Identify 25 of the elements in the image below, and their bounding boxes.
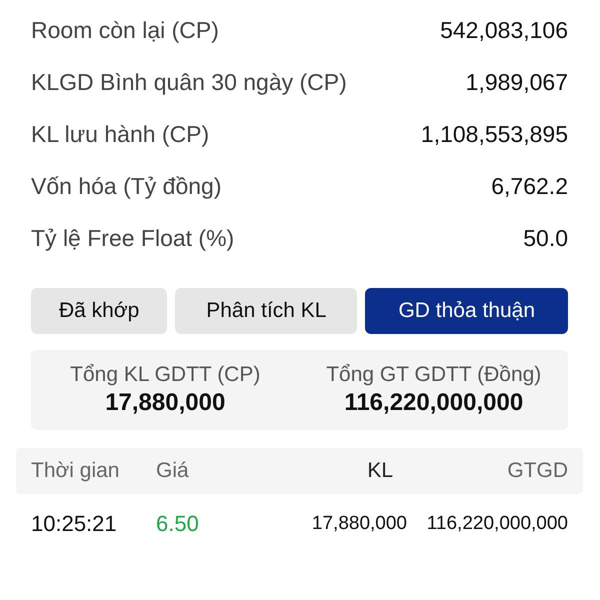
stat-value: 50.0 [523,224,568,252]
price-cell-text: 6.50 [156,511,200,537]
volume-cell-text: 17,880,000 [310,513,407,535]
column-header: Giá [156,459,190,483]
value-cell-text: 116,220,000,000 [426,513,568,535]
stat-value: 1,989,067 [466,68,568,96]
summary-value: 17,880,000 [105,389,226,417]
stat-label: Vốn hóa (Tỷ đồng) [31,172,222,200]
summary-value: 116,220,000,000 [344,389,524,417]
stat-label: Room còn lại (CP) [31,16,219,44]
stat-label: KL lưu hành (CP) [31,120,210,148]
summary-label: Tổng GT GDTT (Đồng) [326,363,542,387]
stat-label: Tỷ lệ Free Float (%) [31,224,234,252]
tab[interactable]: Phân tích KL [175,288,358,334]
stat-value: 1,108,553,895 [420,120,568,148]
column-header: Thời gian [31,459,120,483]
time-cell-text: 10:25:21 [31,511,118,537]
tab[interactable]: GD thỏa thuận [365,288,568,334]
column-header: GTGD [506,459,568,483]
summary-label: Tổng KL GDTT (CP) [70,363,260,387]
stat-label: KLGD Bình quân 30 ngày (CP) [31,68,347,96]
stat-value: 6,762.2 [491,172,568,200]
stat-value: 542,083,106 [440,16,568,44]
tab[interactable]: Đã khớp [31,288,168,334]
column-header: KL [366,459,394,483]
